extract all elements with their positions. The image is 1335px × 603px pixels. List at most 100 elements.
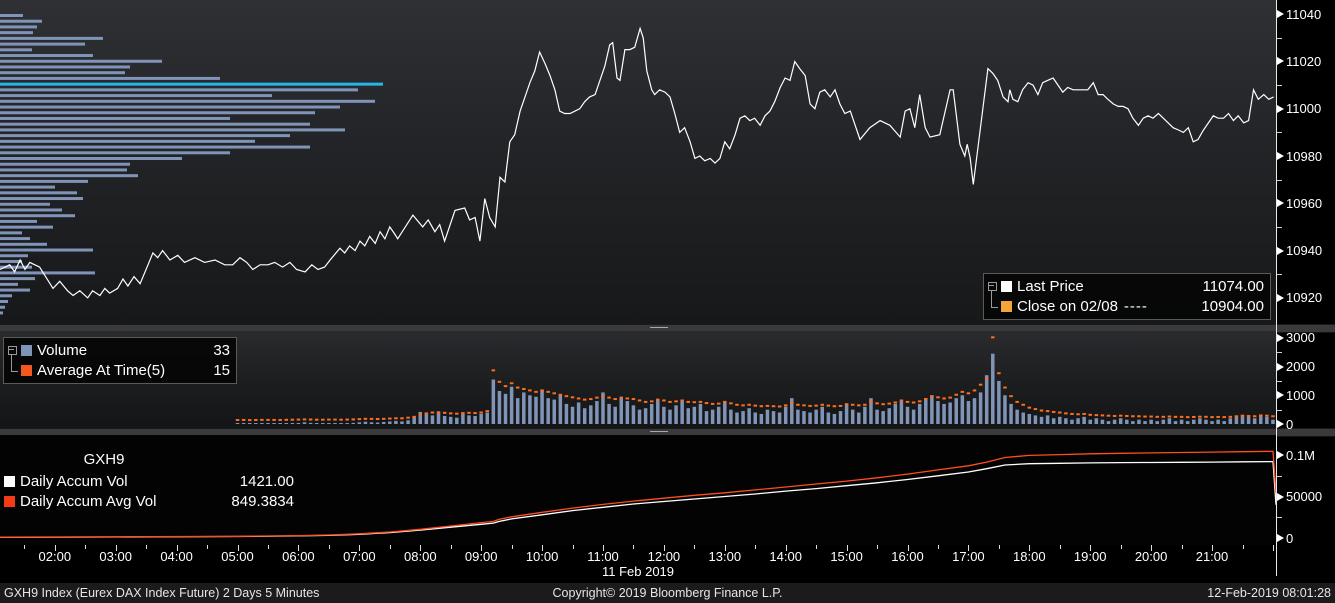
- legend-tree-icon[interactable]: [988, 276, 1001, 316]
- close-dash-sample: ----: [1123, 297, 1148, 315]
- y-axis-tick-label: 50000: [1277, 489, 1322, 504]
- x-axis-tick: [450, 545, 452, 549]
- x-axis-hour-label: 18:00: [1013, 549, 1046, 564]
- close-label: Close on 02/08: [1017, 297, 1118, 315]
- x-axis-hour-label: 04:00: [160, 549, 193, 564]
- daily-accum-chart-panel[interactable]: GXH9 Daily Accum Vol 1421.00 Daily Accum…: [0, 435, 1276, 545]
- tick-arrow-icon: [1277, 333, 1284, 342]
- x-axis-hour-label: 15:00: [830, 549, 863, 564]
- x-axis-tick: [998, 545, 1000, 549]
- x-axis-tick: [511, 545, 513, 549]
- x-axis-hour-label: 13:00: [708, 549, 742, 564]
- close-swatch: [1001, 300, 1012, 312]
- volume-label: Volume: [37, 341, 88, 359]
- x-axis-tick: [1181, 545, 1183, 549]
- price-legend-box[interactable]: Last Price 11074.00 Close on 02/08 ---- …: [983, 273, 1271, 320]
- x-axis-hour-label: 12:00: [647, 549, 681, 564]
- x-axis-hour-label: 20:00: [1134, 549, 1168, 564]
- price-chart-panel[interactable]: Last Price 11074.00 Close on 02/08 ---- …: [0, 0, 1276, 324]
- x-axis-tick: [633, 545, 635, 549]
- x-axis-hour-label: 19:00: [1073, 549, 1107, 564]
- x-axis-tick: [694, 545, 696, 549]
- tick-arrow-icon: [1277, 293, 1284, 302]
- volume-chart-panel[interactable]: Volume 33 Average At Time(5) 15: [0, 331, 1276, 428]
- x-axis-hour-label: 21:00: [1195, 549, 1229, 564]
- daily-accum-avg-vol-swatch: [4, 495, 15, 507]
- y-axis-tick-label: 0: [1277, 531, 1293, 546]
- tick-arrow-icon: [1277, 152, 1284, 161]
- daily-accum-vol-swatch: [4, 475, 15, 487]
- daily-accum-avg-vol-label: Daily Accum Avg Vol: [20, 492, 157, 510]
- y-axis-tick-label: 11040: [1277, 7, 1321, 22]
- legend-row-daily-accum-vol: Daily Accum Vol 1421.00: [4, 471, 294, 491]
- x-axis-hour-label: 16:00: [891, 549, 924, 564]
- x-axis-tick: [572, 545, 574, 549]
- bloomberg-chart-window: Last Price 11074.00 Close on 02/08 ---- …: [0, 0, 1335, 603]
- y-axis-minor-tick: [1277, 132, 1282, 134]
- last-price-swatch: [1001, 280, 1012, 292]
- tick-arrow-icon: [1277, 10, 1284, 19]
- volume-swatch: [21, 344, 32, 356]
- x-axis-hour-label: 10:00: [525, 549, 559, 564]
- average-at-time-swatch: [21, 364, 32, 376]
- x-axis-hour-label: 08:00: [404, 549, 437, 564]
- x-axis-hour-label: 05:00: [221, 549, 254, 564]
- y-axis-minor-tick: [1277, 37, 1282, 39]
- legend-row-close: Close on 02/08 ---- 10904.00: [1001, 296, 1264, 316]
- x-axis-tick: [1059, 545, 1061, 549]
- y-axis-tick-label: 1000: [1277, 388, 1315, 403]
- y-axis-minor-tick: [1277, 475, 1282, 477]
- tick-arrow-icon: [1277, 199, 1284, 208]
- tick-arrow-icon: [1277, 492, 1284, 501]
- x-axis-tick: [1120, 545, 1122, 549]
- y-axis-tick-label: 3000: [1277, 330, 1315, 345]
- y-axis-minor-tick: [1277, 352, 1282, 354]
- x-axis-tick: [328, 545, 330, 549]
- accum-legend-title: GXH9: [83, 451, 125, 468]
- last-price-value: 11074.00: [1202, 277, 1264, 295]
- tick-arrow-icon: [1277, 57, 1284, 66]
- status-bar: GXH9 Index (Eurex DAX Index Future) 2 Da…: [0, 583, 1335, 603]
- tick-arrow-icon: [1277, 534, 1284, 542]
- legend-row-average-at-time: Average At Time(5) 15: [21, 360, 230, 380]
- daily-accum-vol-value: 1421.00: [239, 472, 294, 490]
- x-axis-hour-label: 11:00: [587, 549, 619, 564]
- volume-legend-box[interactable]: Volume 33 Average At Time(5) 15: [3, 337, 237, 384]
- y-axis-minor-tick: [1277, 409, 1282, 411]
- copyright-text: Copyright© 2019 Bloomberg Finance L.P.: [552, 586, 783, 600]
- x-axis-hour-label: 02:00: [38, 549, 72, 564]
- last-price-label: Last Price: [1017, 277, 1084, 295]
- x-axis-tick: [816, 545, 818, 549]
- x-axis-tick: [85, 545, 87, 549]
- y-axis-minor-tick: [1277, 226, 1282, 228]
- y-axis-tick-label: 11000: [1277, 101, 1321, 116]
- y-axis-tick-label: 10920: [1277, 290, 1322, 305]
- tick-arrow-icon: [1277, 104, 1284, 113]
- x-axis-hour-label: 14:00: [769, 549, 802, 564]
- y-axis-tick-label: 10960: [1277, 196, 1322, 211]
- x-axis-tick: [207, 545, 209, 549]
- x-axis-tick: [1242, 545, 1244, 549]
- legend-tree-icon[interactable]: [8, 340, 21, 380]
- x-axis-tick: [389, 545, 391, 549]
- y-axis-tick-label: 0: [1277, 417, 1293, 432]
- average-at-time-value: 15: [213, 361, 230, 379]
- x-axis-hour-label: 06:00: [282, 549, 315, 564]
- close-value: 10904.00: [1201, 297, 1264, 315]
- legend-row-last-price: Last Price 11074.00: [1001, 276, 1264, 296]
- y-axis-minor-tick: [1277, 517, 1282, 519]
- chart-description: GXH9 Index (Eurex DAX Index Future) 2 Da…: [4, 586, 320, 600]
- y-axis-tick-label: 0.1M: [1277, 448, 1315, 463]
- x-axis-tick: [1273, 545, 1274, 551]
- accum-legend[interactable]: GXH9 Daily Accum Vol 1421.00 Daily Accum…: [4, 451, 296, 511]
- x-axis-tick: [755, 545, 757, 549]
- daily-accum-avg-vol-value: 849.3834: [231, 492, 294, 510]
- tick-arrow-icon: [1277, 420, 1284, 428]
- tick-arrow-icon: [1277, 451, 1284, 459]
- x-axis-tick: [24, 545, 26, 549]
- y-axis-tick-label: 10980: [1277, 149, 1322, 164]
- x-axis-hour-label: 03:00: [99, 549, 132, 564]
- x-axis-tick: [146, 545, 148, 549]
- legend-row-volume: Volume 33: [21, 340, 230, 360]
- y-axis-minor-tick: [1277, 179, 1282, 181]
